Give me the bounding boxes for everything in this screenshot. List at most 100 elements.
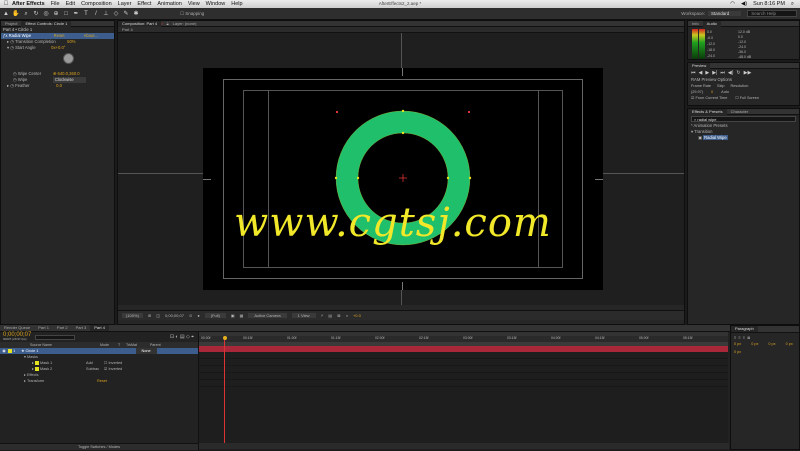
loop-icon[interactable]: ↻ (736, 70, 740, 76)
flowchart-icon[interactable]: ⊠ (337, 313, 340, 318)
channel-icon[interactable]: ● (197, 313, 199, 318)
menu-effect[interactable]: Effect (137, 1, 151, 7)
prev-frame-icon[interactable]: ◀ (699, 70, 703, 76)
tab-effects-presets[interactable]: Effects & Presets (688, 108, 727, 115)
align-right-icon[interactable]: ≡ (743, 335, 745, 340)
tab-character[interactable]: Character (727, 109, 753, 115)
timeline-icon[interactable]: ▤ (328, 313, 332, 318)
exposure-value[interactable]: +0.0 (353, 313, 361, 318)
region-icon[interactable]: ▣ (231, 313, 235, 318)
mask-vertex[interactable] (334, 176, 338, 180)
zoom-tool-icon[interactable]: ⌕ (22, 10, 30, 18)
indent-left-value[interactable]: 0 px (734, 342, 741, 346)
property-feather[interactable]: ▸ ◷ Feather 0.0 (1, 83, 114, 89)
tab-info[interactable]: Info (688, 21, 703, 27)
first-frame-icon[interactable]: ⏮ (691, 70, 696, 76)
brush-tool-icon[interactable]: / (92, 10, 100, 18)
spotlight-icon[interactable]: ⌕ (791, 1, 794, 8)
bounding-handle[interactable] (336, 111, 338, 113)
exposure-icon[interactable]: ◑ (346, 313, 348, 318)
resolution-dropdown[interactable]: (Full) (204, 313, 226, 318)
effects-search-field[interactable]: ⌕ radial wipe (691, 116, 796, 122)
pen-tool-icon[interactable]: ✒ (72, 10, 80, 18)
snapshot-icon[interactable]: ◫ (156, 313, 160, 318)
property-value-transition-completion[interactable]: 50% (67, 39, 75, 45)
timeline-graph-area[interactable]: 00:00f 00:15f 01:00f 01:15f 02:00f 02:15… (198, 332, 729, 450)
transparency-icon[interactable]: ▦ (240, 313, 244, 318)
mask-vertex[interactable] (401, 131, 405, 135)
effects-item-radial-wipe[interactable]: ▣ Radial Wipe (688, 135, 799, 141)
ram-preview-icon[interactable]: ▶▶ (744, 70, 752, 76)
effect-about-button[interactable]: About... (84, 33, 98, 39)
camera-tool-icon[interactable]: ◎ (42, 10, 50, 18)
mask-vertex[interactable] (401, 109, 405, 113)
puppet-tool-icon[interactable]: ✱ (132, 10, 140, 18)
transform-group[interactable]: ▸ Transform Reset (0, 378, 198, 384)
current-time-indicator[interactable] (224, 340, 225, 448)
audio-toggle-icon[interactable]: ◀) (728, 70, 734, 76)
app-menu[interactable]: After Effects (12, 1, 45, 7)
menu-window[interactable]: Window (206, 1, 226, 7)
composition-viewer[interactable] (118, 33, 684, 305)
mask-mode-dropdown[interactable]: Subtrac (86, 366, 104, 372)
last-frame-icon[interactable]: ⏭ (720, 70, 725, 76)
zoom-dropdown[interactable]: (100%) (122, 313, 143, 318)
indent-first-value[interactable]: 0 px (768, 342, 775, 346)
camera-icon[interactable]: ⊙ (189, 313, 192, 318)
clock[interactable]: Sun 8:16 PM (753, 1, 785, 7)
view-layout-dropdown[interactable]: 1 View (291, 313, 316, 318)
search-help-input[interactable]: Search Help (747, 10, 797, 17)
layer-label-color[interactable] (8, 349, 12, 353)
next-frame-icon[interactable]: ▶| (712, 70, 717, 76)
tab-paragraph[interactable]: Paragraph (731, 326, 758, 332)
bounding-handle[interactable] (468, 111, 470, 113)
mask-vertex[interactable] (356, 176, 360, 180)
from-current-time-checkbox[interactable]: ☑ From Current Time (691, 95, 727, 101)
camera-dropdown[interactable]: Active Camera (248, 313, 287, 318)
close-icon[interactable]: × (161, 21, 163, 26)
roto-brush-tool-icon[interactable]: ✎ (122, 10, 130, 18)
tab-part-4[interactable]: Part 4 (90, 325, 109, 331)
apple-icon[interactable]:  (0, 1, 12, 7)
disclosure-triangle-icon[interactable]: ▸ (24, 378, 26, 384)
subtab-part-4[interactable]: Part 4 (118, 27, 137, 33)
menu-file[interactable]: File (51, 1, 60, 7)
transform-reset-button[interactable]: Reset (97, 378, 107, 384)
fast-preview-icon[interactable]: ⚡ (321, 313, 324, 318)
toggle-switches-modes[interactable]: Toggle Switches / Modes (0, 443, 198, 450)
text-tool-icon[interactable]: T (82, 10, 90, 18)
space-before-value[interactable]: 0 px (786, 342, 793, 346)
timeline-search-input[interactable] (35, 334, 76, 340)
tab-preview[interactable]: Preview (688, 62, 711, 69)
mask-vertex[interactable] (468, 176, 472, 180)
pan-behind-tool-icon[interactable]: ⊕ (52, 10, 60, 18)
disclosure-triangle-icon[interactable]: ▸ (7, 83, 9, 89)
tab-audio[interactable]: Audio (702, 20, 721, 27)
timeline-switches-icons[interactable]: ⊡ ◐ ▤ ◇ ⌖ (170, 334, 194, 340)
hand-tool-icon[interactable]: ✋ (12, 10, 20, 18)
tab-layer[interactable]: Layer: (none) (169, 21, 201, 27)
angle-dial[interactable] (63, 53, 74, 64)
inverted-checkbox[interactable]: ☑ Inverted (104, 366, 122, 372)
clone-tool-icon[interactable]: ⊥ (102, 10, 110, 18)
tab-effect-controls[interactable]: Effect Controls: Circle 1 (21, 20, 72, 27)
grid-icon[interactable]: ⊞ (148, 313, 151, 318)
parent-dropdown[interactable]: None (135, 348, 157, 354)
tab-project[interactable]: Project (1, 21, 21, 27)
time-ruler[interactable]: 00:00f 00:15f 01:00f 01:15f 02:00f 02:15… (199, 336, 728, 342)
stopwatch-icon[interactable]: ◷ (10, 83, 14, 89)
play-icon[interactable]: ▶ (705, 70, 709, 76)
property-value-feather[interactable]: 0.0 (56, 83, 62, 89)
menu-layer[interactable]: Layer (118, 1, 132, 7)
mask-name[interactable]: Mask 2 (40, 366, 86, 372)
snapping-checkbox[interactable]: ☐ Snapping (180, 11, 204, 17)
justify-icon[interactable]: ≣ (747, 335, 750, 340)
menu-help[interactable]: Help (231, 1, 242, 7)
composition-canvas[interactable] (203, 68, 603, 290)
align-left-icon[interactable]: ≡ (734, 335, 736, 340)
indent-right-value[interactable]: 0 px (751, 342, 758, 346)
workspace-dropdown[interactable]: Standard (707, 11, 742, 16)
menu-composition[interactable]: Composition (81, 1, 112, 7)
selection-tool-icon[interactable]: ▲ (2, 10, 10, 18)
current-time-display[interactable]: 0;00;00;07 (165, 313, 184, 318)
